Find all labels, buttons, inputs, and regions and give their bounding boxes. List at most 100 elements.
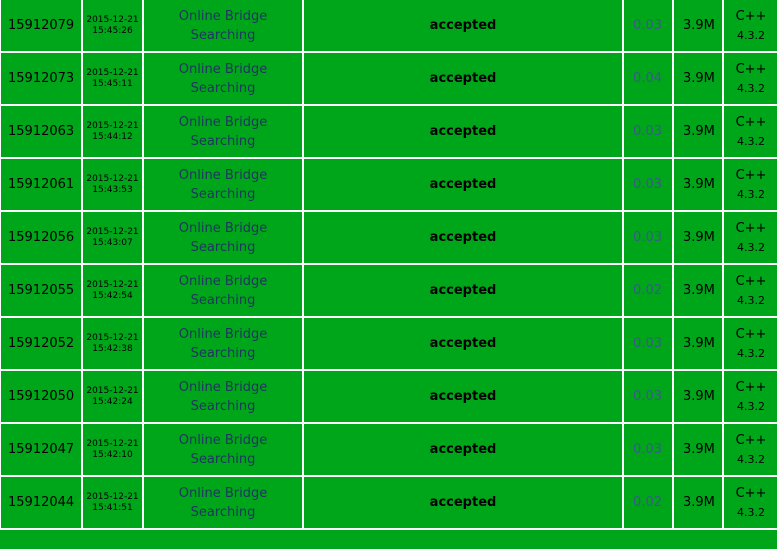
problem-link[interactable]: Online Bridge Searching <box>145 113 301 151</box>
language-cell: C++ 4.3.2 <box>722 0 777 53</box>
submission-id-cell[interactable]: 15912056 <box>0 210 83 265</box>
submission-date: 2015-12-21 <box>86 120 139 131</box>
problem-title-line2: Searching <box>190 451 256 467</box>
table-row: 15912052 2015-12-21 15:42:38 Online Brid… <box>0 316 777 371</box>
problem-cell[interactable]: Online Bridge Searching <box>142 263 304 318</box>
submission-id-cell[interactable]: 15912052 <box>0 316 83 371</box>
problem-title-line2: Searching <box>190 186 256 202</box>
problem-link[interactable]: Online Bridge Searching <box>145 272 301 310</box>
submission-time: 15:42:38 <box>92 343 133 354</box>
submission-date-cell: 2015-12-21 15:42:24 <box>81 369 144 424</box>
problem-cell[interactable]: Online Bridge Searching <box>142 422 304 477</box>
problem-cell[interactable]: Online Bridge Searching <box>142 0 304 53</box>
problem-title-line1: Online Bridge <box>178 8 268 24</box>
run-time-cell: 0.03 <box>622 210 674 265</box>
run-time-cell: 0.03 <box>622 316 674 371</box>
language-cell: C++ 4.3.2 <box>722 157 777 212</box>
language-version: 4.3.2 <box>737 81 765 95</box>
submissions-body: 15912079 2015-12-21 15:45:26 Online Brid… <box>0 0 777 530</box>
problem-cell[interactable]: Online Bridge Searching <box>142 316 304 371</box>
run-time-cell: 0.02 <box>622 475 674 530</box>
language-name: C++ <box>735 326 767 342</box>
run-time-cell: 0.03 <box>622 369 674 424</box>
submission-date: 2015-12-21 <box>86 279 139 290</box>
language-version: 4.3.2 <box>737 293 765 307</box>
problem-cell[interactable]: Online Bridge Searching <box>142 104 304 159</box>
problem-title-line1: Online Bridge <box>178 220 268 236</box>
submission-id-cell[interactable]: 15912055 <box>0 263 83 318</box>
language-version: 4.3.2 <box>737 346 765 360</box>
submission-date-cell: 2015-12-21 15:41:51 <box>81 475 144 530</box>
problem-link[interactable]: Online Bridge Searching <box>145 7 301 45</box>
submission-time: 15:42:10 <box>92 449 133 460</box>
language-version: 4.3.2 <box>737 187 765 201</box>
submission-date-cell: 2015-12-21 15:42:54 <box>81 263 144 318</box>
language-cell: C++ 4.3.2 <box>722 104 777 159</box>
run-time-cell: 0.03 <box>622 422 674 477</box>
language-name: C++ <box>735 167 767 183</box>
table-row: 15912055 2015-12-21 15:42:54 Online Brid… <box>0 263 777 318</box>
result-cell: accepted <box>302 422 624 477</box>
run-time-cell: 0.03 <box>622 104 674 159</box>
table-row: 15912056 2015-12-21 15:43:07 Online Brid… <box>0 210 777 265</box>
submission-id-cell[interactable]: 15912044 <box>0 475 83 530</box>
problem-title-line1: Online Bridge <box>178 273 268 289</box>
table-row: 15912063 2015-12-21 15:44:12 Online Brid… <box>0 104 777 159</box>
run-time-cell: 0.02 <box>622 263 674 318</box>
problem-title-line1: Online Bridge <box>178 485 268 501</box>
problem-link[interactable]: Online Bridge Searching <box>145 484 301 522</box>
problem-title-line1: Online Bridge <box>178 114 268 130</box>
submission-id-cell[interactable]: 15912050 <box>0 369 83 424</box>
language-name: C++ <box>735 432 767 448</box>
memory-cell: 3.9M <box>672 316 724 371</box>
memory-cell: 3.9M <box>672 210 724 265</box>
submission-date-cell: 2015-12-21 15:44:12 <box>81 104 144 159</box>
language-cell: C++ 4.3.2 <box>722 316 777 371</box>
language-version: 4.3.2 <box>737 452 765 466</box>
language-name: C++ <box>735 273 767 289</box>
memory-cell: 3.9M <box>672 51 724 106</box>
submission-time: 15:42:54 <box>92 290 133 301</box>
memory-cell: 3.9M <box>672 104 724 159</box>
table-row: 15912044 2015-12-21 15:41:51 Online Brid… <box>0 475 777 530</box>
problem-cell[interactable]: Online Bridge Searching <box>142 475 304 530</box>
problem-link[interactable]: Online Bridge Searching <box>145 60 301 98</box>
submission-time: 15:42:24 <box>92 396 133 407</box>
problem-cell[interactable]: Online Bridge Searching <box>142 51 304 106</box>
problem-link[interactable]: Online Bridge Searching <box>145 431 301 469</box>
submission-id-cell[interactable]: 15912061 <box>0 157 83 212</box>
problem-cell[interactable]: Online Bridge Searching <box>142 157 304 212</box>
submission-date-cell: 2015-12-21 15:45:26 <box>81 0 144 53</box>
problem-link[interactable]: Online Bridge Searching <box>145 378 301 416</box>
memory-cell: 3.9M <box>672 475 724 530</box>
memory-cell: 3.9M <box>672 0 724 53</box>
submission-time: 15:45:11 <box>92 78 133 89</box>
problem-title-line2: Searching <box>190 133 256 149</box>
problem-title-line2: Searching <box>190 80 256 96</box>
submission-date: 2015-12-21 <box>86 332 139 343</box>
language-name: C++ <box>735 220 767 236</box>
problem-link[interactable]: Online Bridge Searching <box>145 325 301 363</box>
submission-time: 15:43:07 <box>92 237 133 248</box>
submission-id-cell[interactable]: 15912047 <box>0 422 83 477</box>
submission-id-cell[interactable]: 15912073 <box>0 51 83 106</box>
result-cell: accepted <box>302 475 624 530</box>
memory-cell: 3.9M <box>672 369 724 424</box>
problem-link[interactable]: Online Bridge Searching <box>145 219 301 257</box>
submission-time: 15:44:12 <box>92 131 133 142</box>
problem-title-line1: Online Bridge <box>178 379 268 395</box>
problem-link[interactable]: Online Bridge Searching <box>145 166 301 204</box>
submission-time: 15:43:53 <box>92 184 133 195</box>
language-name: C++ <box>735 379 767 395</box>
result-cell: accepted <box>302 104 624 159</box>
problem-cell[interactable]: Online Bridge Searching <box>142 369 304 424</box>
submission-date: 2015-12-21 <box>86 491 139 502</box>
language-cell: C++ 4.3.2 <box>722 51 777 106</box>
submission-id-cell[interactable]: 15912079 <box>0 0 83 53</box>
submission-time: 15:41:51 <box>92 502 133 513</box>
submission-id-cell[interactable]: 15912063 <box>0 104 83 159</box>
run-time-cell: 0.04 <box>622 51 674 106</box>
problem-cell[interactable]: Online Bridge Searching <box>142 210 304 265</box>
submission-date: 2015-12-21 <box>86 385 139 396</box>
submission-date-cell: 2015-12-21 15:43:53 <box>81 157 144 212</box>
